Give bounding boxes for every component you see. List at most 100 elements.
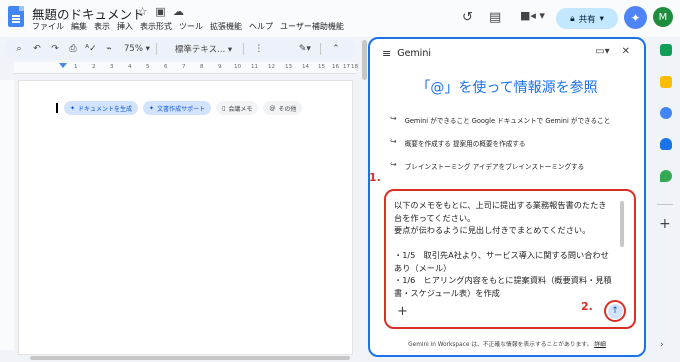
tasks-icon[interactable] (660, 107, 672, 119)
ruler-tick: 18 (351, 64, 358, 70)
paint-format-icon[interactable]: ⌁ (100, 44, 118, 54)
ruler-tick: 9 (218, 64, 222, 70)
at-icon: @ (269, 104, 276, 112)
cloud-status-icon[interactable]: ☁ (172, 5, 185, 18)
menu-bar: ファイル 編集 表示 挿入 表示形式 ツール 拡張機能 ヘルプ ユーザー補助機能 (32, 21, 344, 32)
prompt-scrollbar[interactable] (620, 201, 624, 247)
hide-side-panel-icon[interactable]: › (660, 340, 664, 350)
ruler-tick: 6 (164, 64, 168, 70)
send-button[interactable]: ↑ (604, 300, 626, 322)
keep-icon[interactable] (660, 76, 672, 88)
suggestion-item[interactable]: ↪ ブレインストーミング アイデアをブレインストーミングする (390, 160, 585, 171)
arrow-up-icon: ↑ (607, 303, 623, 319)
panel-layout-icon[interactable]: ▭▾ (595, 46, 609, 57)
ruler-tick: 7 (182, 64, 186, 70)
undo-icon[interactable]: ↶ (28, 44, 46, 54)
paragraph-style-select[interactable]: 標準テキス... ▾ (175, 43, 237, 55)
menu-view[interactable]: 表示 (94, 21, 110, 32)
ruler-tick: 8 (200, 64, 204, 70)
sparkle-icon: ✦ (70, 104, 76, 112)
star-icon[interactable]: ☆ (136, 5, 149, 18)
chip-label: 会議メモ (228, 105, 253, 113)
menu-help[interactable]: ヘルプ (249, 21, 273, 32)
gemini-title: Gemini (397, 48, 431, 59)
suggestion-text: ブレインストーミング アイデアをブレインストーミングする (404, 163, 585, 171)
chip-generate-document[interactable]: ✦ ドキュメントを生成 (64, 101, 139, 115)
horizontal-ruler[interactable]: 1 2 3 4 5 6 7 8 9 10 11 12 13 14 15 16 1… (14, 62, 358, 74)
smart-chips-row: ✦ ドキュメントを生成 ✦ 文書作成サポート ▯ 会議メモ @ その他 (64, 101, 303, 115)
style-value: 標準テキス... (174, 45, 226, 55)
sparkle-icon: ✦ (149, 104, 155, 112)
rail-divider (657, 204, 673, 205)
chip-label: ドキュメントを生成 (78, 105, 133, 113)
doc-icon: ▯ (222, 104, 226, 112)
meet-camera-icon[interactable]: ■◂ ▾ (520, 9, 545, 22)
prompt-input[interactable]: 以下のメモをもとに、上司に提出する業務報告書のたたき台を作ってください。 要点が… (394, 199, 614, 303)
add-addon-icon[interactable]: + (659, 216, 671, 232)
top-bar: 無題のドキュメント ☆ ▣ ☁ ファイル 編集 表示 挿入 表示形式 ツール 拡… (0, 0, 680, 37)
gemini-header-actions: ▭▾ ✕ (595, 46, 630, 57)
sheets-icon[interactable] (660, 44, 672, 56)
menu-insert[interactable]: 挿入 (117, 21, 133, 32)
gemini-headline: 「@」を使って情報源を参照 (416, 80, 598, 96)
zoom-select[interactable]: 75% ▾ (124, 44, 150, 54)
toolbar-divider (155, 43, 157, 55)
ruler-tick: 11 (251, 64, 258, 70)
suggestion-item[interactable]: ↪ Gemini ができること Google ドキュメントで Gemini がで… (390, 114, 610, 125)
redo-icon[interactable]: ↷ (46, 44, 64, 54)
chip-meeting-notes[interactable]: ▯ 会議メモ (216, 101, 259, 115)
menu-edit[interactable]: 編集 (71, 21, 87, 32)
arrow-return-icon: ↪ (390, 114, 397, 123)
suggestion-item[interactable]: ↪ 概要を作成する 提案用の概要を作成する (390, 137, 526, 148)
suggestion-text: 概要を作成する 提案用の概要を作成する (404, 140, 526, 148)
zoom-value: 75% (124, 44, 143, 54)
menu-extensions[interactable]: 拡張機能 (210, 21, 242, 32)
ruler-tick: 17 (343, 64, 350, 70)
document-scrollbar[interactable] (362, 40, 367, 80)
ruler-tick: 15 (318, 64, 325, 70)
ruler-tick: 3 (110, 64, 114, 70)
toolbar-divider (242, 43, 244, 55)
print-icon[interactable]: ⎙ (64, 44, 82, 54)
move-folder-icon[interactable]: ▣ (154, 5, 167, 18)
horizontal-scrollbar[interactable] (30, 356, 350, 360)
document-page[interactable] (18, 80, 353, 355)
chip-label: その他 (278, 105, 297, 113)
history-icon[interactable]: ↺ (462, 10, 473, 25)
ruler-tick: 12 (268, 64, 275, 70)
indent-marker-icon[interactable] (59, 63, 67, 68)
close-icon[interactable]: ✕ (622, 46, 630, 57)
toolbar-divider (319, 43, 321, 55)
gemini-header: ≡ Gemini (382, 47, 431, 60)
prompt-input-box[interactable]: 以下のメモをもとに、上司に提出する業務報告書のたたき台を作ってください。 要点が… (384, 189, 636, 329)
search-icon[interactable]: ⌕ (10, 44, 28, 54)
docs-logo-icon[interactable] (8, 6, 24, 27)
chip-label: 文書作成サポート (157, 105, 206, 113)
more-options-icon[interactable]: ⋮ (250, 44, 268, 54)
arrow-return-icon: ↪ (390, 137, 397, 146)
share-button[interactable]: 🔒︎ 共有 ▾ (556, 8, 618, 29)
chip-more[interactable]: @ その他 (263, 101, 303, 115)
details-link[interactable]: 詳細 (594, 342, 606, 348)
avatar[interactable]: M (653, 7, 673, 27)
title-actions: ☆ ▣ ☁ (136, 5, 185, 18)
ruler-tick: 16 (332, 64, 339, 70)
collapse-toolbar-icon[interactable]: ⌃ (327, 44, 345, 54)
maps-icon[interactable] (660, 170, 672, 182)
contacts-icon[interactable] (660, 138, 672, 150)
spellcheck-icon[interactable]: ᴬ✓ (82, 44, 100, 54)
comments-icon[interactable]: ▤ (489, 10, 501, 25)
share-label: 共有 (578, 14, 596, 25)
menu-accessibility[interactable]: ユーザー補助機能 (280, 21, 344, 32)
edit-mode-icon[interactable]: ✎▾ (296, 44, 314, 54)
menu-file[interactable]: ファイル (32, 21, 64, 32)
add-attachment-icon[interactable]: + (397, 304, 408, 319)
menu-icon[interactable]: ≡ (382, 47, 391, 60)
gemini-sparkle-button[interactable]: ✦ (624, 6, 647, 29)
menu-format[interactable]: 表示形式 (140, 21, 172, 32)
gemini-side-panel: ≡ Gemini ▭▾ ✕ 「@」を使って情報源を参照 ↪ Gemini ができ… (368, 37, 646, 357)
menu-tools[interactable]: ツール (179, 21, 203, 32)
chevron-down-icon: ▾ (599, 13, 604, 24)
chip-writing-support[interactable]: ✦ 文書作成サポート (143, 101, 212, 115)
arrow-return-icon: ↪ (390, 160, 397, 169)
